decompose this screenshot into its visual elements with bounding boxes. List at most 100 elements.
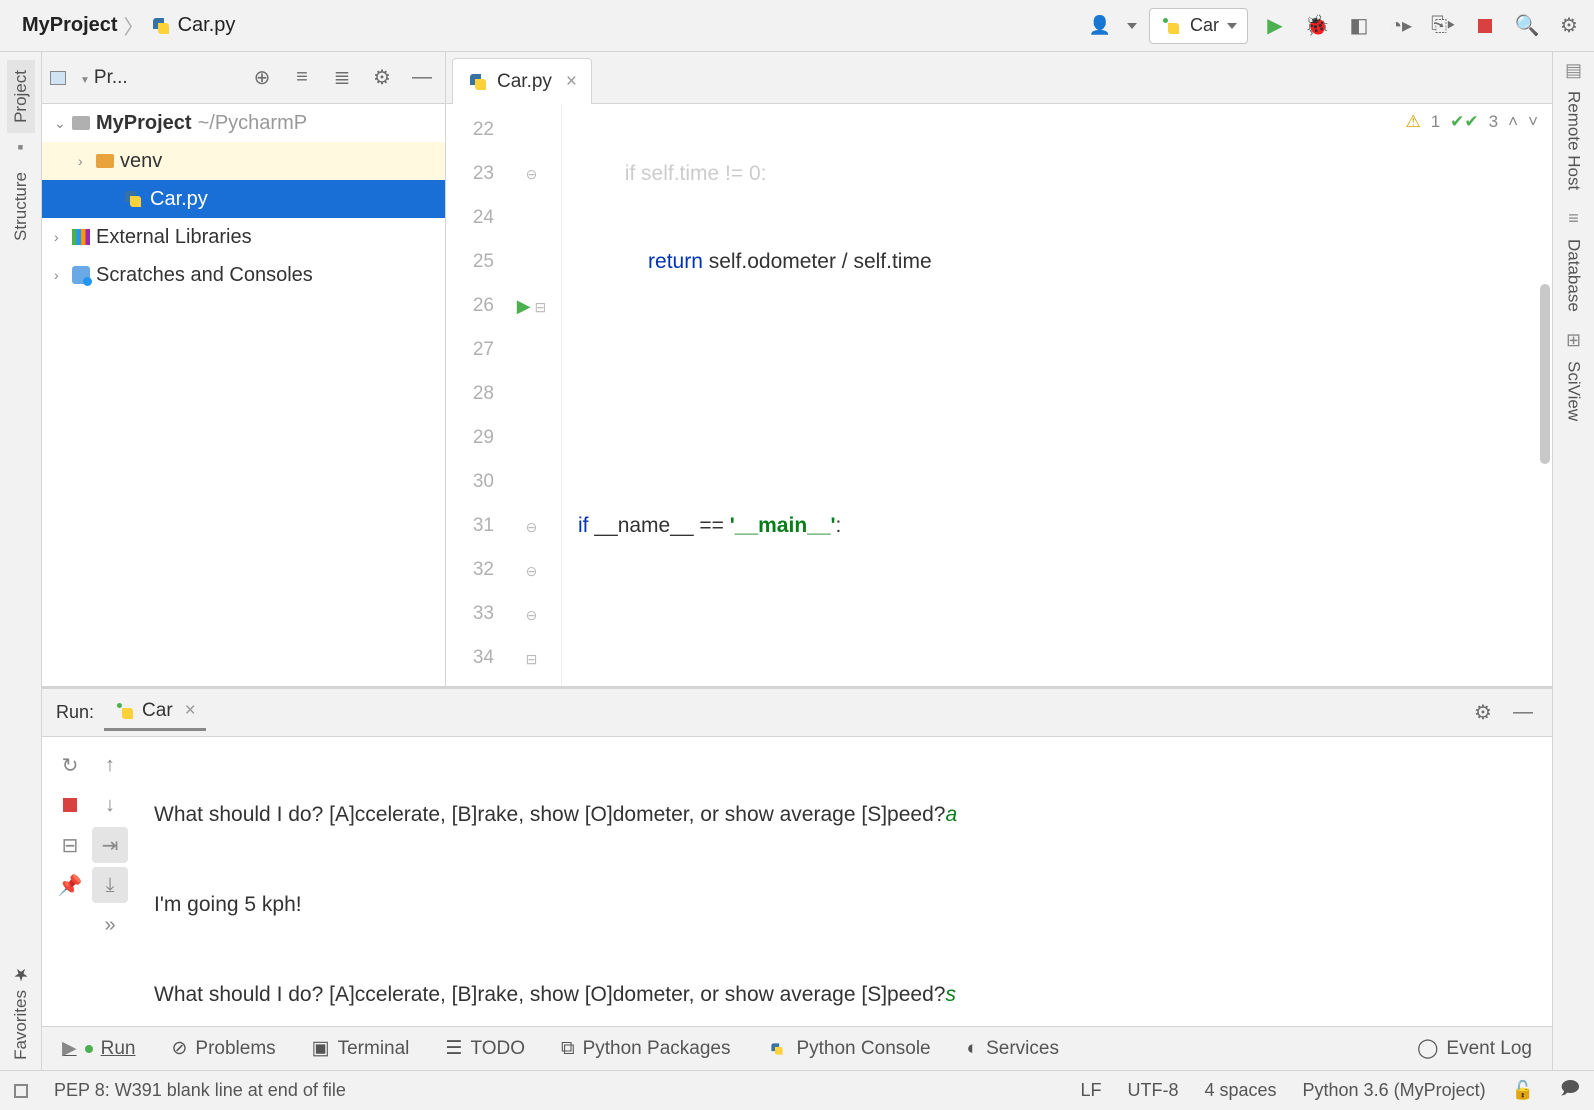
status-interpreter[interactable]: Python 3.6 (MyProject) — [1303, 1080, 1486, 1101]
status-bar: PEP 8: W391 blank line at end of file LF… — [0, 1070, 1594, 1110]
tool-tab-sciview[interactable]: SciView — [1560, 351, 1588, 431]
bottom-tab-packages[interactable]: ⧉Python Packages — [561, 1038, 730, 1060]
tree-label: External Libraries — [96, 226, 252, 249]
tree-scratches[interactable]: › Scratches and Consoles — [42, 256, 445, 294]
run-configuration-selector[interactable]: Car — [1149, 8, 1248, 44]
tree-root-path: ~/PycharmP — [198, 112, 307, 135]
expand-icon[interactable]: › — [54, 229, 66, 245]
navigation-bar: MyProject 〉 Car.py Car ▶ 🐞 ◧ ◔▸ ⎘▸ 🔍 ⚙ — [0, 0, 1594, 52]
tree-file-car[interactable]: Car.py — [42, 180, 445, 218]
pin-button[interactable]: 📌 — [52, 867, 88, 903]
panel-settings-button[interactable]: ⚙ — [367, 63, 397, 93]
bottom-tab-eventlog[interactable]: ◯Event Log — [1417, 1037, 1532, 1060]
vertical-scrollbar[interactable] — [1540, 284, 1550, 464]
python-file-icon — [467, 71, 489, 93]
folder-icon: ▪ — [17, 137, 23, 158]
minimap-icon[interactable]: ▤ — [1565, 60, 1582, 81]
status-line-separator[interactable]: LF — [1080, 1080, 1101, 1101]
bottom-tab-services[interactable]: ◐Services — [967, 1038, 1059, 1060]
run-settings-button[interactable]: ⚙ — [1468, 698, 1498, 728]
run-toolbar: ↻ ↑ ↓ ⊟ ⇥ 📌 ⤓ — [42, 737, 142, 1026]
python-file-icon — [122, 188, 144, 210]
expand-icon[interactable]: › — [78, 153, 90, 169]
right-tool-strip: ▤ Remote Host ≡ Database ⊞ SciView — [1552, 52, 1594, 1070]
tree-root[interactable]: ⌄ MyProject ~/PycharmP — [42, 104, 445, 142]
run-gutter-icon[interactable]: ▶ — [517, 296, 531, 316]
scope-icon — [50, 71, 66, 85]
run-button[interactable]: ▶ — [1260, 11, 1290, 41]
status-message: PEP 8: W391 blank line at end of file — [54, 1080, 346, 1101]
profile-button[interactable]: ◔▸ — [1386, 11, 1416, 41]
status-indent[interactable]: 4 spaces — [1204, 1080, 1276, 1101]
tree-label: venv — [120, 150, 162, 173]
prev-highlight-icon[interactable]: ˄ — [1508, 112, 1518, 132]
up-button[interactable]: ↑ — [92, 747, 128, 783]
tool-tab-remote-host[interactable]: Remote Host — [1560, 81, 1588, 200]
tool-tab-structure[interactable]: Structure — [7, 162, 35, 251]
expand-all-button[interactable]: ≡ — [287, 63, 317, 93]
code-area[interactable]: 22232425262728293031323334 ⊖ ▶ ⊟ ⊖⊖⊖⊟ if… — [446, 104, 1552, 686]
tree-venv[interactable]: › venv — [42, 142, 445, 180]
left-tool-strip: Project ▪ Structure Favorites★ — [0, 52, 42, 1070]
status-lock-icon[interactable]: 🔓 — [1512, 1080, 1534, 1101]
next-highlight-icon[interactable]: ˅ — [1528, 112, 1538, 132]
attach-button[interactable]: ⎘▸ — [1428, 11, 1458, 41]
editor-gutter[interactable]: ⊖ ▶ ⊟ ⊖⊖⊖⊟ — [502, 104, 562, 686]
layout-button[interactable]: ⊟ — [52, 827, 88, 863]
expand-icon[interactable]: › — [54, 267, 66, 283]
code-content[interactable]: if self.time != 0: return self.odometer … — [562, 104, 1552, 686]
more-button[interactable]: » — [92, 907, 128, 943]
settings-button[interactable]: ⚙ — [1554, 11, 1584, 41]
bottom-tab-console[interactable]: Python Console — [766, 1038, 930, 1060]
tool-tab-favorites[interactable]: Favorites★ — [7, 954, 35, 1070]
collapse-all-button[interactable]: ≣ — [327, 63, 357, 93]
user-dropdown-icon[interactable] — [1127, 23, 1137, 29]
toolbar-actions: Car ▶ 🐞 ◧ ◔▸ ⎘▸ 🔍 ⚙ — [1085, 8, 1584, 44]
editor: Car.py × 22232425262728293031323334 ⊖ ▶ … — [446, 52, 1552, 686]
run-config-label: Car — [1190, 15, 1219, 36]
breadcrumb-file[interactable]: Car.py — [178, 14, 236, 37]
project-tool-window: Pr... ⊕ ≡ ≣ ⚙ — ⌄ MyProject ~/PycharmP — [42, 52, 446, 686]
soft-wrap-button[interactable]: ⇥ — [92, 827, 128, 863]
scroll-end-button[interactable]: ⤓ — [92, 867, 128, 903]
project-tree[interactable]: ⌄ MyProject ~/PycharmP › venv Car.py — [42, 104, 445, 686]
run-title: Run: — [56, 702, 94, 723]
locate-button[interactable]: ⊕ — [247, 63, 277, 93]
search-everywhere-button[interactable]: 🔍 — [1512, 11, 1542, 41]
tool-windows-icon[interactable] — [14, 1084, 28, 1098]
warning-icon: ⚠ — [1405, 112, 1420, 132]
rerun-button[interactable]: ↻ — [52, 747, 88, 783]
debug-button[interactable]: 🐞 — [1302, 11, 1332, 41]
tab-label: Car.py — [497, 71, 552, 93]
status-notify-icon[interactable]: 🗩 — [1560, 1076, 1580, 1106]
run-console-output[interactable]: What should I do? [A]ccelerate, [B]rake,… — [142, 737, 1552, 1026]
close-run-tab-icon[interactable]: × — [185, 700, 196, 722]
user-icon[interactable] — [1085, 11, 1115, 41]
close-tab-icon[interactable]: × — [566, 71, 577, 93]
chevron-down-icon — [1227, 23, 1237, 29]
status-encoding[interactable]: UTF-8 — [1127, 1080, 1178, 1101]
tree-external-libraries[interactable]: › External Libraries — [42, 218, 445, 256]
run-tab-car[interactable]: Car × — [104, 694, 206, 731]
bottom-tab-problems[interactable]: ⊘Problems — [171, 1037, 275, 1060]
bottom-tab-run[interactable]: ▶Run — [62, 1037, 135, 1060]
down-button[interactable]: ↓ — [92, 787, 128, 823]
hide-run-panel-button[interactable]: — — [1508, 698, 1538, 728]
bottom-tab-terminal[interactable]: ▣Terminal — [312, 1037, 410, 1060]
python-run-icon — [1160, 15, 1182, 37]
coverage-button[interactable]: ◧ — [1344, 11, 1374, 41]
bottom-tab-todo[interactable]: ☰TODO — [445, 1037, 525, 1060]
expand-icon[interactable]: ⌄ — [54, 115, 66, 132]
tree-label: Car.py — [150, 188, 208, 211]
editor-tab-car[interactable]: Car.py × — [452, 58, 592, 104]
check-icon: ✔✔ — [1450, 112, 1479, 132]
inspections-widget[interactable]: ⚠1 ✔✔3 ˄ ˅ — [1405, 112, 1538, 132]
tool-tab-project[interactable]: Project — [7, 60, 35, 133]
tool-tab-database[interactable]: Database — [1560, 229, 1588, 322]
breadcrumb-project[interactable]: MyProject — [22, 14, 118, 37]
stop-run-button[interactable] — [52, 787, 88, 823]
hide-panel-button[interactable]: — — [407, 63, 437, 93]
stop-button[interactable] — [1470, 11, 1500, 41]
bottom-tool-tabs: ▶Run ⊘Problems ▣Terminal ☰TODO ⧉Python P… — [42, 1026, 1552, 1070]
project-view-selector[interactable]: Pr... — [80, 67, 128, 89]
